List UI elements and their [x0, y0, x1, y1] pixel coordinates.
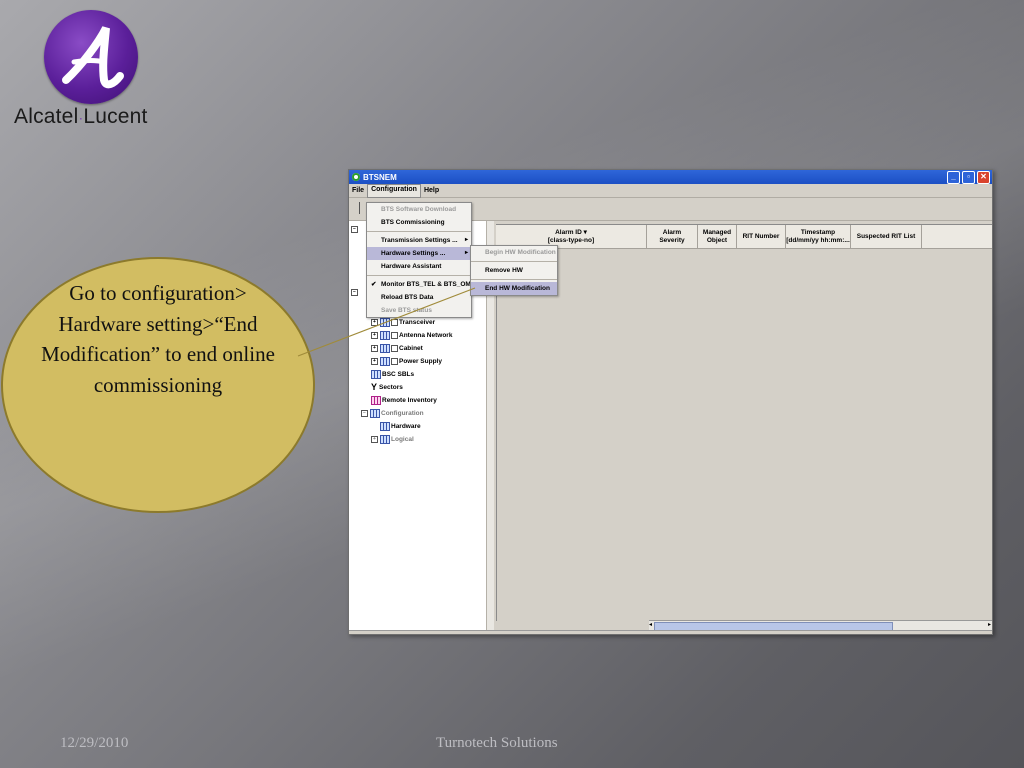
tree-item-sectors[interactable]: Y Sectors [371, 382, 403, 392]
scroll-right-icon[interactable]: ▸ [988, 621, 991, 628]
menu-item-remove-hw[interactable]: Remove HW [471, 264, 557, 277]
col-suspected-rit-list[interactable]: Suspected RIT List [851, 225, 922, 249]
maximize-button[interactable]: ▫ [962, 171, 975, 184]
btsnem-window: BTSNEM _ ▫ ✕ File Configuration Help − −… [348, 169, 993, 635]
close-button[interactable]: ✕ [977, 171, 990, 184]
menu-file[interactable]: File [349, 185, 367, 197]
footer-date: 12/29/2010 [60, 735, 129, 751]
tree-item-remote-inventory[interactable]: Remote Inventory [371, 395, 437, 405]
window-title: BTSNEM [363, 172, 397, 182]
col-alarm-severity[interactable]: Alarm Severity [647, 225, 698, 249]
logo-glyph-icon [62, 26, 124, 89]
alarm-table-body [496, 249, 992, 621]
menu-item-hardware-settings[interactable]: Hardware Settings ... ▸ [367, 247, 471, 260]
brand-name-left: Alcatel [14, 105, 79, 128]
scroll-left-icon[interactable]: ◂ [649, 621, 652, 628]
brand-name: Alcatel·Lucent [14, 105, 148, 129]
menu-help[interactable]: Help [421, 185, 442, 197]
toolbar-grip-icon [359, 202, 365, 214]
app-icon [352, 173, 360, 181]
brand-name-right: Lucent [83, 105, 148, 128]
tree-item-logical[interactable]: + Logical [371, 434, 414, 444]
tree-item-hardware[interactable]: Hardware [380, 421, 421, 431]
submenu-arrow-icon: ▸ [464, 250, 468, 256]
status-bar [349, 630, 992, 634]
col-managed-object[interactable]: Managed Object [698, 225, 737, 249]
menu-bar: File Configuration Help [349, 183, 992, 198]
col-timestamp[interactable]: Timestamp [dd/mm/yy hh:mm:... [786, 225, 851, 249]
tree-item-bsc-sbls[interactable]: BSC SBLs [371, 369, 414, 379]
menu-item-bts-software-download: BTS Software Download [381, 206, 457, 213]
col-rit-number[interactable]: RIT Number [737, 225, 786, 249]
menu-item-hardware-assistant[interactable]: Hardware Assistant [367, 260, 471, 273]
tree-expander-root[interactable]: − [351, 224, 360, 234]
footer-company: Turnotech Solutions [436, 735, 558, 751]
menu-item-begin-hw-modification: Begin HW Modification [485, 249, 556, 256]
callout-text: Go to configuration> Hardware setting>“E… [41, 281, 275, 397]
menu-item-transmission-settings[interactable]: Transmission Settings ... ▸ [367, 234, 471, 247]
tree-item-configuration[interactable]: − Configuration [361, 408, 424, 418]
callout-pointer [297, 287, 476, 357]
alarm-pane: Alarm ID ▾ [class-type-no] Alarm Severity … [494, 221, 992, 630]
col-filler [922, 225, 992, 249]
menu-item-bts-commissioning[interactable]: BTS Commissioning [367, 216, 471, 229]
menu-separator [471, 261, 557, 262]
title-bar[interactable]: BTSNEM _ ▫ ✕ [349, 170, 992, 184]
menu-separator [367, 231, 471, 232]
submenu-arrow-icon: ▸ [464, 237, 468, 243]
menu-separator [367, 275, 471, 276]
minimize-button[interactable]: _ [947, 171, 960, 184]
alarm-table-header: Alarm ID ▾ [class-type-no] Alarm Severity … [496, 224, 992, 249]
menu-configuration[interactable]: Configuration [367, 183, 421, 198]
antenna-icon: Y [371, 382, 378, 392]
